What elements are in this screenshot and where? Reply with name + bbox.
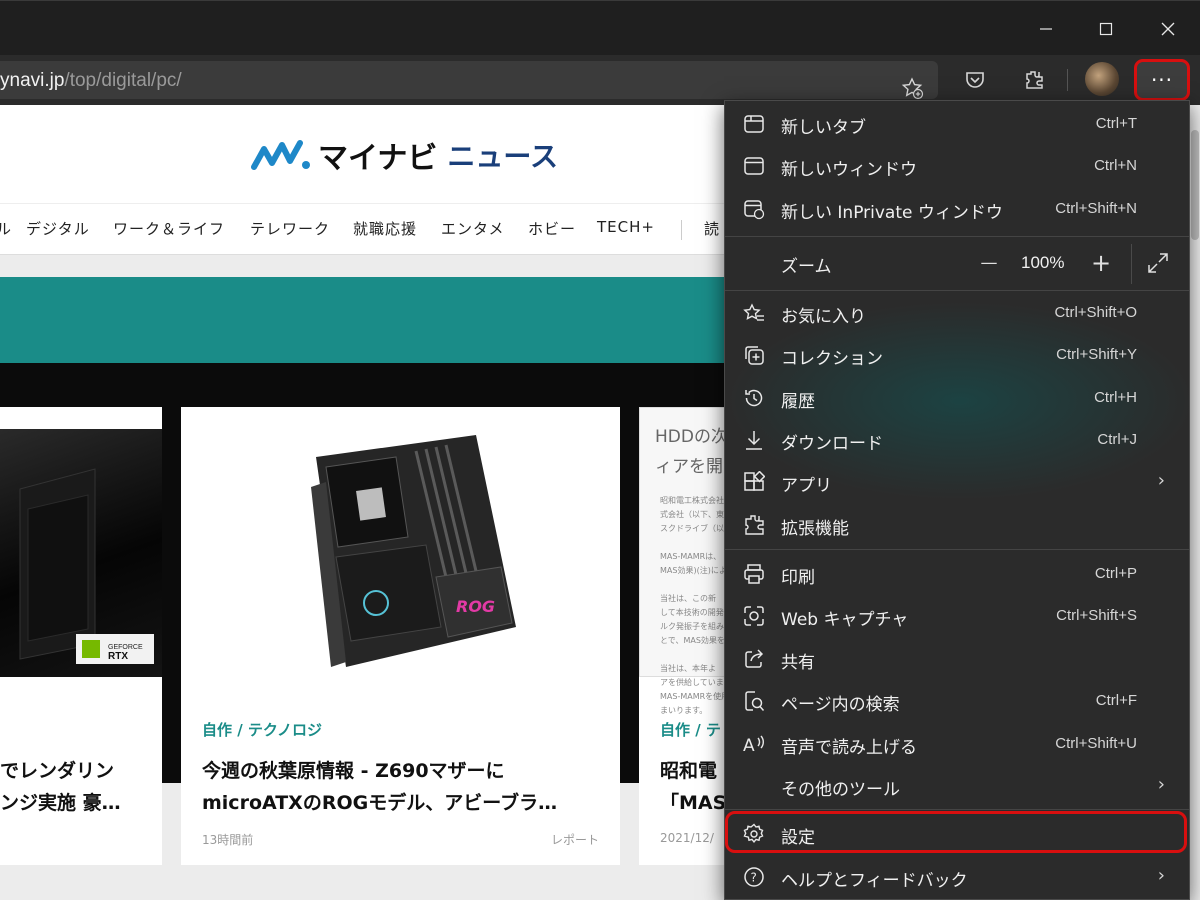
mynavi-logo-mark-icon [251,140,310,170]
logo-name: マイナビ [318,141,438,176]
zoom-divider [1131,244,1132,284]
nav-item-telework[interactable]: テレワーク [250,218,330,239]
settings-and-more-button[interactable]: ··· [1134,59,1190,101]
zoom-in-button[interactable]: + [1086,248,1116,278]
zoom-out-button[interactable]: — [974,248,1004,278]
nav-item-digital[interactable]: デジタル [26,218,90,239]
menu-divider [725,549,1189,550]
help-icon: ? [741,864,767,890]
menu-divider [725,236,1189,237]
menu-item-help-feedback[interactable]: ? ヘルプとフィードバック › [725,856,1189,898]
svg-text:ROG: ROG [456,597,495,616]
article-title[interactable]: 今週の秋葉原情報 - Z690マザーに microATXのROGモデル、アビーブ… [202,755,557,819]
print-icon [741,561,767,587]
menu-item-history[interactable]: 履歴 Ctrl+H [725,377,1189,419]
article-time: 13時間前 [202,833,254,847]
pocket-icon[interactable] [958,63,992,97]
extensions-toolbar-icon[interactable] [1017,63,1051,97]
favorites-icon [741,300,767,326]
nav-item-reader[interactable]: 読 [704,218,720,239]
settings-and-more-menu: 新しいタブ Ctrl+T 新しいウィンドウ Ctrl+N 新しい InPriva… [724,100,1190,900]
minus-icon: — [980,253,998,273]
new-tab-icon [741,111,767,137]
menu-divider [725,290,1189,291]
history-icon [741,385,767,411]
menu-divider [725,809,1189,810]
article-category[interactable]: 自作 / テクノロジ [202,719,322,740]
nav-item-hobby[interactable]: ホビー [528,218,576,239]
zoom-label: ズーム [781,257,832,277]
article-category[interactable]: 自作 / テ [660,719,721,740]
extensions-icon [741,512,767,538]
menu-item-print[interactable]: 印刷 Ctrl+P [725,553,1189,595]
maximize-icon [1099,22,1113,35]
plus-icon: + [1090,249,1112,277]
menu-item-new-tab[interactable]: 新しいタブ Ctrl+T [725,103,1189,145]
minimize-button[interactable] [1016,1,1076,56]
title-bar [0,0,1200,55]
web-capture-icon [741,603,767,629]
nav-item-work-life[interactable]: ワーク＆ライフ [113,218,225,239]
zoom-value: 100% [1021,253,1065,272]
nav-item-entame[interactable]: エンタメ [441,218,505,239]
minimize-icon [1040,27,1052,30]
menu-item-new-inprivate-window[interactable]: 新しい InPrivate ウィンドウ Ctrl+Shift+N [725,188,1189,230]
menu-item-find-on-page[interactable]: ページ内の検索 Ctrl+F [725,680,1189,722]
menu-item-more-tools[interactable]: その他のツール › [725,765,1189,807]
menu-item-extensions[interactable]: 拡張機能 [725,504,1189,546]
chevron-right-icon: › [1157,774,1165,795]
menu-item-new-window[interactable]: 新しいウィンドウ Ctrl+N [725,145,1189,187]
nav-divider [681,220,682,240]
apps-icon [741,469,767,495]
close-button[interactable] [1138,1,1198,56]
new-window-icon [741,153,767,179]
browser-toolbar: ynavi.jp/top/digital/pc/ ··· [0,55,1200,105]
chevron-right-icon: › [1157,470,1165,491]
page-scrollbar-thumb[interactable] [1191,130,1199,240]
maximize-button[interactable] [1076,1,1136,56]
nav-item-tech[interactable]: TECH+ [597,218,655,236]
nav-item-job[interactable]: 就職応援 [353,218,417,239]
nav-item[interactable]: ル [0,218,12,239]
svg-text:?: ? [751,871,757,885]
pc-case-image: GEFORCE RTX [0,429,162,677]
svg-text:A: A [743,736,755,755]
collections-icon [741,342,767,368]
find-icon [741,688,767,714]
fullscreen-icon [1148,253,1168,273]
menu-item-web-capture[interactable]: Web キャプチャ Ctrl+Shift+S [725,595,1189,637]
image-headline: HDDの次 ィアを開 [655,427,728,477]
more-icon: ··· [1150,68,1174,92]
share-icon [741,646,767,672]
menu-item-collections[interactable]: コレクション Ctrl+Shift+Y [725,334,1189,376]
download-icon [741,427,767,453]
settings-highlight [725,811,1187,853]
menu-item-read-aloud[interactable]: A 音声で読み上げる Ctrl+Shift+U [725,723,1189,765]
menu-item-favorites[interactable]: お気に入り Ctrl+Shift+O [725,292,1189,334]
motherboard-image: ROG [181,407,620,677]
menu-item-apps[interactable]: アプリ › [725,461,1189,503]
menu-item-share[interactable]: 共有 [725,638,1189,680]
article-card[interactable]: GEFORCE RTX でレンダリン ンジ実施 豪… [0,407,162,865]
logo-news: ニュース [447,140,559,173]
read-aloud-icon: A [741,731,767,757]
article-title[interactable]: でレンダリン ンジ実施 豪… [0,755,121,819]
toolbar-divider [1067,69,1068,91]
svg-text:RTX: RTX [108,651,128,662]
svg-text:GEFORCE: GEFORCE [108,644,143,651]
close-icon [1161,22,1175,35]
chevron-right-icon: › [1157,865,1165,886]
zoom-row: ズーム — 100% + [725,238,1189,290]
address-bar[interactable]: ynavi.jp/top/digital/pc/ [0,61,938,100]
profile-avatar[interactable] [1085,62,1119,96]
inprivate-icon [741,196,767,222]
article-card[interactable]: ROG 自作 / テクノロジ 今週の秋葉原情報 - Z690マザーに micro… [181,407,620,865]
article-tag[interactable]: レポート [551,831,599,848]
article-time: 2021/12/ [660,831,714,845]
url-text[interactable]: ynavi.jp/top/digital/pc/ [0,70,182,92]
site-logo[interactable]: マイナビ ニュース [250,133,558,177]
menu-item-downloads[interactable]: ダウンロード Ctrl+J [725,419,1189,461]
fullscreen-button[interactable] [1143,248,1173,278]
article-title[interactable]: 昭和電 「MAS [660,755,726,819]
